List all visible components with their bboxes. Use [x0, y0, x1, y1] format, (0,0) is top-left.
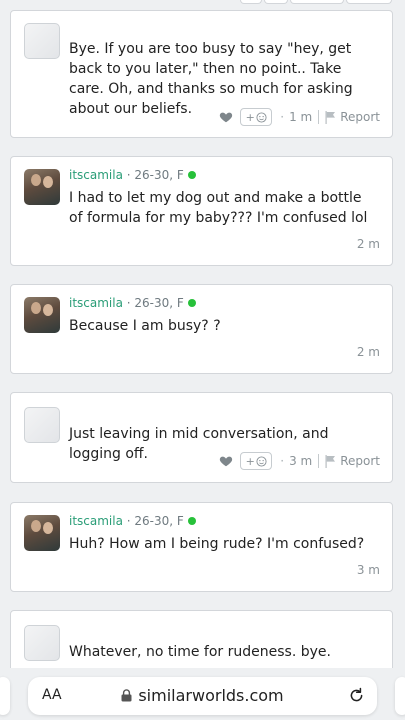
divider	[318, 454, 320, 468]
flag-icon[interactable]	[325, 454, 337, 468]
add-reaction-button[interactable]: +	[240, 108, 273, 126]
url-display[interactable]: similarworlds.com	[28, 686, 377, 705]
separator-dot: ·	[280, 454, 285, 468]
username-link[interactable]: itscamila	[69, 514, 123, 528]
partial-button	[346, 0, 392, 4]
browser-bottom-bar: AA similarworlds.com	[0, 668, 405, 720]
comment-text: Whatever, no time for rudeness. bye.	[69, 644, 331, 660]
avatar[interactable]	[24, 169, 60, 205]
previous-tab-edge[interactable]	[0, 677, 10, 715]
smiley-icon	[256, 455, 267, 467]
partial-button	[240, 0, 262, 4]
timestamp: 2 m	[356, 237, 380, 251]
online-indicator	[187, 171, 196, 179]
comment-card: itscamila · 26-30, F Because I am busy? …	[10, 284, 393, 374]
report-link[interactable]: Report	[340, 454, 380, 468]
smiley-icon	[256, 111, 267, 123]
avatar[interactable]	[24, 515, 60, 551]
comment-actions: + · 3 m Report	[219, 451, 380, 471]
timestamp: 3 m	[356, 563, 380, 577]
separator-dot: ·	[280, 110, 285, 124]
online-indicator	[187, 299, 196, 307]
comment-card: Just leaving in mid conversation, and lo…	[10, 392, 393, 483]
avatar[interactable]	[24, 297, 60, 333]
comment-card: Bye. If you are too busy to say "hey, ge…	[10, 10, 393, 138]
heart-icon[interactable]	[219, 454, 233, 468]
partial-button	[290, 0, 344, 4]
lock-icon	[121, 689, 132, 702]
user-line: itscamila · 26-30, F	[69, 168, 196, 182]
user-line: itscamila · 26-30, F	[69, 296, 196, 310]
timestamp: 3 m	[289, 454, 313, 468]
avatar[interactable]	[24, 23, 60, 59]
avatar[interactable]	[24, 625, 60, 661]
username-link[interactable]: itscamila	[69, 168, 123, 182]
comment-card: itscamila · 26-30, F Huh? How am I being…	[10, 502, 393, 592]
user-meta: · 26-30, F	[126, 514, 184, 528]
timestamp: 2 m	[356, 345, 380, 359]
online-indicator	[187, 517, 196, 525]
user-meta: · 26-30, F	[126, 296, 184, 310]
report-link[interactable]: Report	[340, 110, 380, 124]
address-bar[interactable]: AA similarworlds.com	[28, 677, 377, 715]
plus-label: +	[245, 110, 255, 124]
user-line: itscamila · 26-30, F	[69, 514, 196, 528]
flag-icon[interactable]	[325, 110, 337, 124]
comment-card: itscamila · 26-30, F I had to let my dog…	[10, 156, 393, 266]
next-tab-edge[interactable]	[395, 677, 405, 715]
avatar[interactable]	[24, 407, 60, 443]
reload-icon[interactable]	[348, 687, 365, 704]
comment-text: I had to let my dog out and make a bottl…	[69, 190, 368, 226]
comment-actions: + · 1 m Report	[219, 107, 380, 127]
plus-label: +	[245, 454, 255, 468]
timestamp: 1 m	[289, 110, 313, 124]
partial-button	[264, 0, 288, 4]
comment-text: Huh? How am I being rude? I'm confused?	[69, 536, 365, 552]
url-text: similarworlds.com	[138, 686, 284, 705]
heart-icon[interactable]	[219, 110, 233, 124]
add-reaction-button[interactable]: +	[240, 452, 273, 470]
divider	[318, 110, 320, 124]
user-meta: · 26-30, F	[126, 168, 184, 182]
username-link[interactable]: itscamila	[69, 296, 123, 310]
comment-text: Because I am busy? ?	[69, 318, 221, 334]
